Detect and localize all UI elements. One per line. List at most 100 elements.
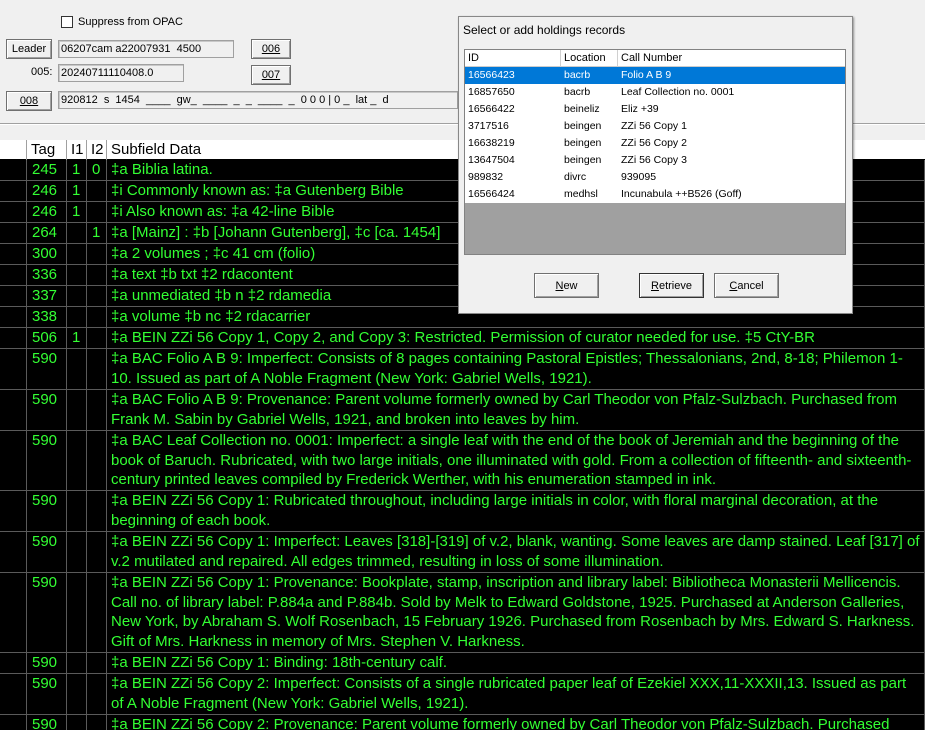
tag-cell[interactable]: 300 <box>27 244 67 265</box>
indicator1-cell[interactable] <box>67 265 87 286</box>
subfield-data-cell[interactable]: ‡a BAC Folio A B 9: Imperfect: Consists … <box>107 349 925 390</box>
indicator1-cell[interactable] <box>67 307 87 328</box>
indicator2-cell[interactable] <box>87 265 107 286</box>
tag-cell[interactable]: 246 <box>27 202 67 223</box>
subfield-data-cell[interactable]: ‡a BEIN ZZi 56 Copy 1: Provenance: Bookp… <box>107 573 925 653</box>
row-header-cell[interactable] <box>0 223 27 244</box>
subfield-data-cell[interactable]: ‡a BAC Folio A B 9: Provenance: Parent v… <box>107 390 925 431</box>
indicator1-cell[interactable] <box>67 349 87 390</box>
table-row[interactable]: 590 ‡a BEIN ZZi 56 Copy 1: Provenance: Bo… <box>0 573 925 653</box>
column-header-location[interactable]: Location <box>561 50 618 67</box>
tag-cell[interactable]: 264 <box>27 223 67 244</box>
indicator2-cell[interactable] <box>87 653 107 674</box>
indicator1-cell[interactable]: 1 <box>67 202 87 223</box>
indicator2-cell[interactable] <box>87 286 107 307</box>
field-008-value[interactable]: 920812 s 1454 ____ gw_ ____ _ _ ____ _ 0… <box>58 91 458 109</box>
tag-cell[interactable]: 590 <box>27 532 67 573</box>
indicator2-cell[interactable] <box>87 202 107 223</box>
column-header-tag[interactable]: Tag <box>27 140 67 160</box>
tag-cell[interactable]: 590 <box>27 573 67 653</box>
holdings-row[interactable]: 16857650 bacrb Leaf Collection no. 0001 <box>465 84 845 101</box>
tag-cell[interactable]: 337 <box>27 286 67 307</box>
subfield-data-cell[interactable]: ‡a BEIN ZZi 56 Copy 1, Copy 2, and Copy … <box>107 328 925 349</box>
subfield-data-cell[interactable]: ‡a BEIN ZZi 56 Copy 1: Imperfect: Leaves… <box>107 532 925 573</box>
indicator2-cell[interactable] <box>87 349 107 390</box>
indicator1-cell[interactable] <box>67 431 87 491</box>
row-header-cell[interactable] <box>0 160 27 181</box>
row-header-cell[interactable] <box>0 265 27 286</box>
tag-cell[interactable]: 590 <box>27 431 67 491</box>
indicator1-cell[interactable]: 1 <box>67 328 87 349</box>
holdings-row[interactable]: 16566423 bacrb Folio A B 9 <box>465 67 845 84</box>
field-008-button[interactable]: 008 <box>6 91 52 111</box>
leader-button[interactable]: Leader <box>6 39 52 59</box>
table-row[interactable]: 590 ‡a BEIN ZZi 56 Copy 1: Rubricated thr… <box>0 491 925 532</box>
row-header-cell[interactable] <box>0 653 27 674</box>
indicator2-cell[interactable] <box>87 328 107 349</box>
table-row[interactable]: 590 ‡a BEIN ZZi 56 Copy 2: Imperfect: Con… <box>0 674 925 715</box>
new-button[interactable]: New <box>534 273 599 298</box>
tag-cell[interactable]: 590 <box>27 491 67 532</box>
indicator1-cell[interactable] <box>67 573 87 653</box>
holdings-row[interactable]: 16566422 beineliz Eliz +39 <box>465 101 845 118</box>
indicator2-cell[interactable] <box>87 244 107 265</box>
indicator1-cell[interactable] <box>67 674 87 715</box>
row-header-cell[interactable] <box>0 431 27 491</box>
indicator1-cell[interactable] <box>67 244 87 265</box>
indicator2-cell[interactable]: 0 <box>87 160 107 181</box>
row-header-cell[interactable] <box>0 715 27 730</box>
holdings-row[interactable]: 16566424 medhsl Incunabula ++B526 (Goff) <box>465 186 845 203</box>
indicator1-cell[interactable]: 1 <box>67 181 87 202</box>
row-header-cell[interactable] <box>0 573 27 653</box>
indicator1-cell[interactable] <box>67 223 87 244</box>
column-header-i2[interactable]: I2 <box>87 140 107 160</box>
holdings-row[interactable]: 16638219 beingen ZZi 56 Copy 2 <box>465 135 845 152</box>
row-header-cell[interactable] <box>0 244 27 265</box>
tag-cell[interactable]: 245 <box>27 160 67 181</box>
holdings-list[interactable]: ID Location Call Number 16566423 bacrb Fol… <box>464 49 846 255</box>
tag-cell[interactable]: 338 <box>27 307 67 328</box>
suppress-opac-checkbox[interactable] <box>61 15 73 28</box>
cancel-button[interactable]: Cancel <box>714 273 779 298</box>
indicator2-cell[interactable] <box>87 307 107 328</box>
indicator1-cell[interactable] <box>67 491 87 532</box>
tag-cell[interactable]: 590 <box>27 349 67 390</box>
tag-cell[interactable]: 590 <box>27 653 67 674</box>
row-header-cell[interactable] <box>0 202 27 223</box>
row-header-cell[interactable] <box>0 286 27 307</box>
subfield-data-cell[interactable]: ‡a BEIN ZZi 56 Copy 1: Rubricated throug… <box>107 491 925 532</box>
indicator2-cell[interactable] <box>87 390 107 431</box>
row-header-cell[interactable] <box>0 307 27 328</box>
indicator2-cell[interactable] <box>87 431 107 491</box>
column-header-call-number[interactable]: Call Number <box>618 50 845 67</box>
leader-field[interactable]: 06207cam a22007931 4500 <box>58 40 234 58</box>
row-header-cell[interactable] <box>0 349 27 390</box>
indicator2-cell[interactable]: 1 <box>87 223 107 244</box>
tag-cell[interactable]: 506 <box>27 328 67 349</box>
row-header-cell[interactable] <box>0 532 27 573</box>
row-header-cell[interactable] <box>0 390 27 431</box>
indicator1-cell[interactable] <box>67 653 87 674</box>
indicator1-cell[interactable] <box>67 532 87 573</box>
suppress-opac-row[interactable]: Suppress from OPAC <box>61 14 183 29</box>
row-header-cell[interactable] <box>0 491 27 532</box>
table-row[interactable]: 590 ‡a BAC Leaf Collection no. 0001: Impe… <box>0 431 925 491</box>
row-header-cell[interactable] <box>0 181 27 202</box>
table-row[interactable]: 590 ‡a BEIN ZZi 56 Copy 2: Provenance: Pa… <box>0 715 925 730</box>
indicator2-cell[interactable] <box>87 573 107 653</box>
indicator2-cell[interactable] <box>87 532 107 573</box>
subfield-data-cell[interactable]: ‡a BEIN ZZi 56 Copy 2: Provenance: Paren… <box>107 715 925 730</box>
field-006-button[interactable]: 006 <box>251 39 291 59</box>
table-row[interactable]: 590 ‡a BEIN ZZi 56 Copy 1: Binding: 18th-… <box>0 653 925 674</box>
indicator2-cell[interactable] <box>87 491 107 532</box>
table-row[interactable]: 590 ‡a BEIN ZZi 56 Copy 1: Imperfect: Lea… <box>0 532 925 573</box>
subfield-data-cell[interactable]: ‡a BEIN ZZi 56 Copy 1: Binding: 18th-cen… <box>107 653 925 674</box>
indicator1-cell[interactable]: 1 <box>67 160 87 181</box>
holdings-row[interactable]: 3717516 beingen ZZi 56 Copy 1 <box>465 118 845 135</box>
tag-cell[interactable]: 590 <box>27 674 67 715</box>
indicator1-cell[interactable] <box>67 715 87 730</box>
subfield-data-cell[interactable]: ‡a BAC Leaf Collection no. 0001: Imperfe… <box>107 431 925 491</box>
holdings-row[interactable]: 989832 divrc 939095 <box>465 169 845 186</box>
row-header-cell[interactable] <box>0 674 27 715</box>
column-header-i1[interactable]: I1 <box>67 140 87 160</box>
